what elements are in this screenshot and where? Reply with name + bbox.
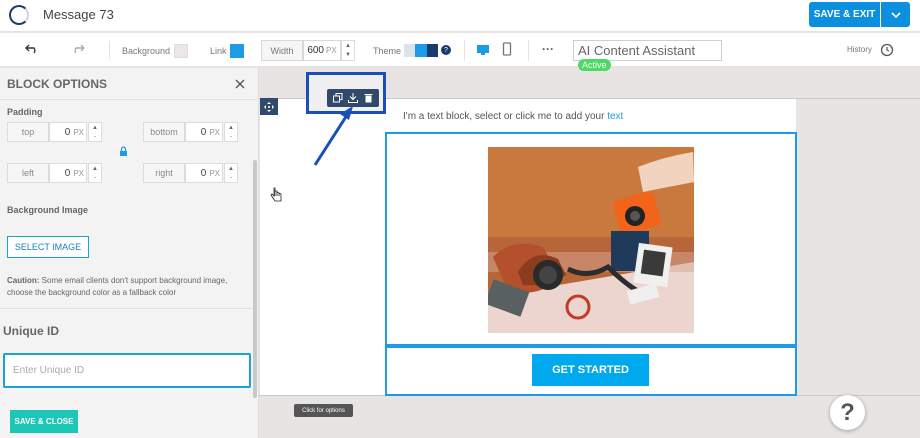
mobile-view-icon[interactable] [502, 42, 512, 57]
width-input[interactable]: 600 PX [303, 40, 341, 61]
toolbar-divider [109, 41, 110, 59]
select-image-button[interactable]: SELECT IMAGE [7, 236, 89, 258]
canvas-right-edge [796, 132, 800, 396]
undo-icon[interactable] [25, 44, 39, 54]
drag-handle[interactable] [260, 98, 278, 115]
background-label: Background [122, 46, 171, 56]
padding-top-label: top [7, 122, 49, 142]
width-value: 600 [307, 45, 324, 56]
padding-top-stepper[interactable]: ▲ - [88, 122, 102, 142]
toolbar-divider [528, 40, 529, 61]
panel-divider [0, 99, 259, 100]
link-color-swatch[interactable] [230, 44, 244, 58]
options-tooltip: Click for options [294, 404, 353, 417]
chevron-down-icon [890, 11, 901, 18]
text-block[interactable]: I'm a text block, select or click me to … [403, 111, 623, 122]
caution-note: Caution: Some email clients don't suppor… [7, 276, 228, 297]
save-exit-button[interactable]: SAVE & EXIT [809, 2, 880, 27]
width-stepper[interactable]: ▲ ▼ [341, 40, 355, 61]
history-label: History [847, 45, 872, 54]
theme-help-icon[interactable]: ? [441, 45, 451, 55]
theme-swatches[interactable] [404, 44, 438, 57]
hand-cursor-icon [270, 187, 282, 202]
ai-active-badge: Active [578, 59, 611, 71]
ai-content-assistant[interactable]: AI Content Assistant Active [573, 40, 722, 71]
padding-left-label: left [7, 163, 49, 183]
unique-id-label: Unique ID [3, 324, 59, 338]
delete-icon[interactable] [364, 93, 373, 103]
ai-assistant-label: AI Content Assistant [578, 43, 696, 58]
help-button[interactable]: ? [830, 395, 865, 430]
padding-right-label: right [143, 163, 185, 183]
save-dropdown-button[interactable] [881, 2, 910, 27]
save-block-icon[interactable] [348, 93, 359, 103]
lock-icon[interactable] [119, 146, 128, 157]
padding-right-stepper[interactable]: ▲ - [224, 163, 238, 183]
padding-bottom-stepper[interactable]: ▲ - [224, 122, 238, 142]
panel-scrollbar[interactable] [253, 160, 257, 398]
save-close-button[interactable]: SAVE & CLOSE [10, 410, 78, 433]
padding-right-input[interactable]: 0 PX [185, 163, 223, 183]
get-started-button[interactable]: GET STARTED [532, 354, 649, 386]
width-unit: PX [326, 46, 337, 55]
theme-label: Theme [373, 46, 402, 56]
padding-label: Padding [7, 107, 43, 117]
move-icon [264, 101, 274, 112]
panel-divider [0, 308, 253, 309]
padding-bottom-input[interactable]: 0 PX [185, 122, 223, 142]
text-block-link[interactable]: text [607, 111, 623, 122]
padding-bottom-label: bottom [143, 122, 185, 142]
duplicate-icon[interactable] [332, 93, 343, 103]
app-logo [9, 5, 29, 25]
product-photo[interactable] [488, 147, 694, 333]
width-label: Width [261, 40, 303, 61]
history-icon[interactable] [880, 43, 894, 57]
background-image-label: Background Image [7, 205, 89, 215]
header-bar [0, 0, 920, 32]
annotation-arrow [313, 106, 353, 166]
panel-title: BLOCK OPTIONS [7, 77, 108, 91]
padding-top-input[interactable]: 0 PX [49, 122, 87, 142]
close-icon[interactable] [235, 79, 245, 89]
link-label: Link [210, 46, 227, 56]
more-options-icon[interactable]: ··· [542, 42, 554, 56]
background-color-swatch[interactable] [174, 44, 188, 58]
message-title: Message 73 [43, 7, 114, 22]
desktop-view-icon[interactable] [476, 43, 490, 57]
padding-left-stepper[interactable]: ▲ - [88, 163, 102, 183]
toolbar-divider [464, 40, 465, 61]
padding-left-input[interactable]: 0 PX [49, 163, 87, 183]
unique-id-input[interactable]: Enter Unique ID [3, 353, 251, 388]
redo-icon[interactable] [71, 44, 85, 54]
